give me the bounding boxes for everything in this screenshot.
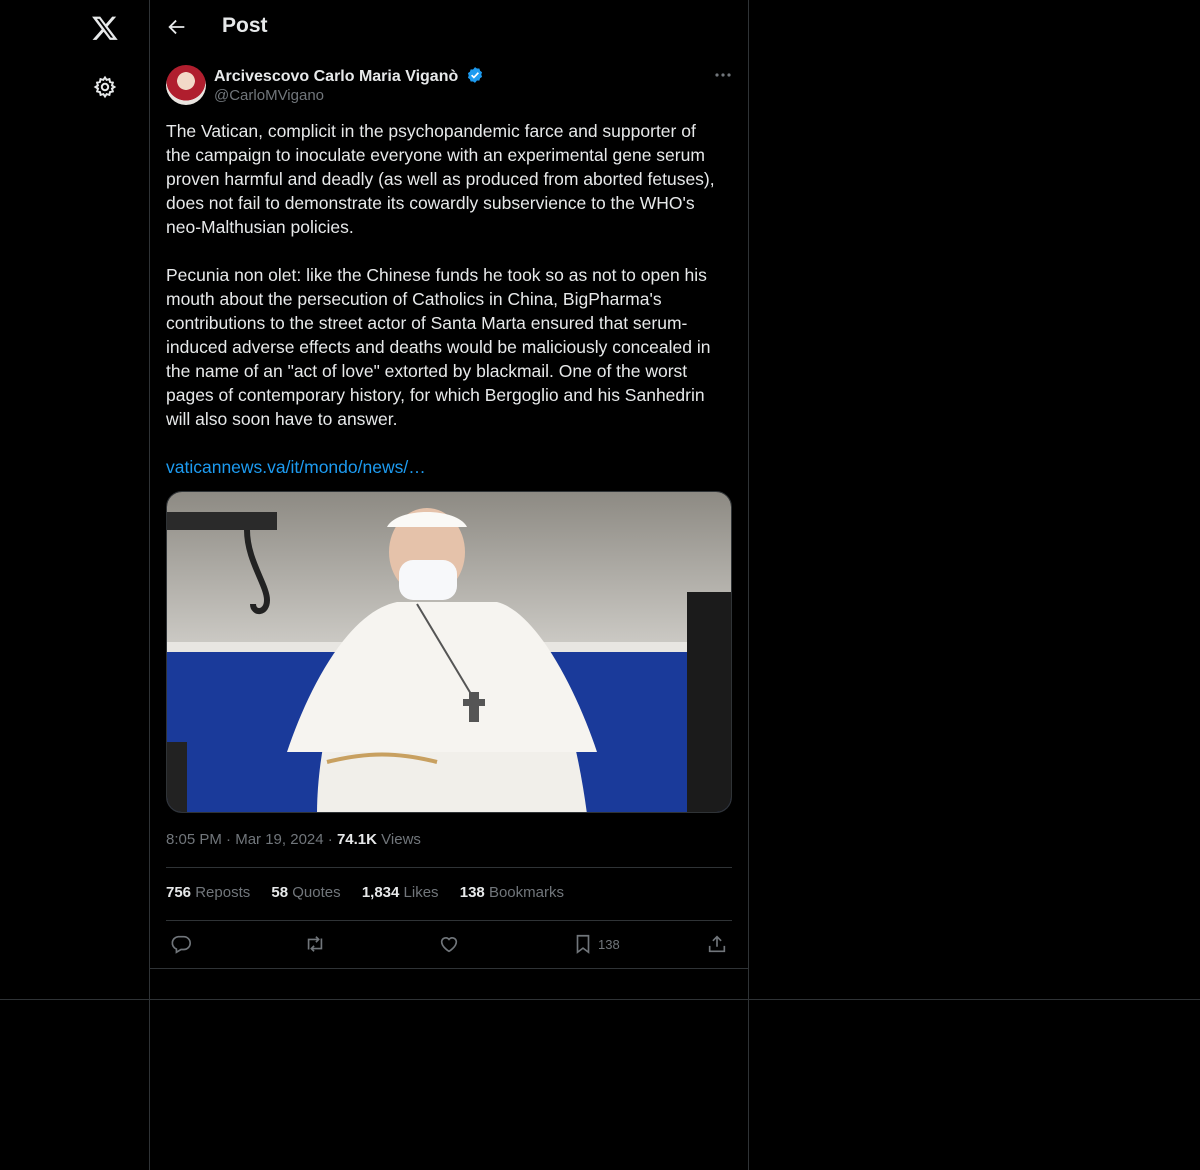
verified-badge-icon [467, 67, 482, 83]
post-image[interactable] [166, 491, 732, 813]
quotes-stat[interactable]: 58 Quotes [271, 884, 340, 901]
gear-icon[interactable] [93, 75, 117, 99]
post-photo [167, 492, 731, 812]
meta-dot: · [226, 831, 236, 848]
reposts-stat[interactable]: 756 Reposts [166, 884, 250, 901]
page-title: Post [222, 14, 268, 37]
column-divider [748, 0, 749, 1170]
bookmarks-count: 138 [459, 884, 485, 901]
more-horizontal-icon[interactable] [713, 65, 733, 85]
repost-icon[interactable] [304, 933, 326, 955]
horizontal-divider [0, 999, 1200, 1000]
post-meta: 8:05 PM · Mar 19, 2024 · 74.1K Views [166, 831, 421, 848]
author-name-text[interactable]: Arcivescovo Carlo Maria Viganò [214, 68, 458, 85]
reposts-label: Reposts [195, 884, 251, 901]
likes-stat[interactable]: 1,834 Likes [362, 884, 439, 901]
likes-label: Likes [403, 884, 439, 901]
bookmark-count: 138 [598, 937, 620, 952]
post-link[interactable]: vaticannews.va/it/mondo/news/… [166, 455, 426, 479]
divider [166, 867, 732, 868]
divider [166, 920, 732, 921]
views-count: 74.1K [336, 831, 377, 848]
bookmarks-stat[interactable]: 138 Bookmarks [460, 884, 564, 901]
post-text: The Vatican, complicit in the psychopand… [166, 121, 715, 429]
action-bar: 138 [150, 933, 748, 957]
like-icon[interactable] [438, 933, 460, 955]
meta-dot: · [327, 831, 337, 848]
nav-divider [149, 0, 150, 1170]
divider [150, 968, 748, 969]
views-label: Views [381, 831, 421, 848]
reposts-count: 756 [166, 884, 192, 901]
post-stats: 756 Reposts 58 Quotes 1,834 Likes 138 Bo… [166, 884, 581, 901]
reply-icon[interactable] [170, 933, 192, 955]
page-header: Post [150, 0, 748, 54]
post-date[interactable]: Mar 19, 2024 [235, 831, 323, 848]
bookmarks-label: Bookmarks [488, 884, 564, 901]
quotes-count: 58 [271, 884, 289, 901]
post-time[interactable]: 8:05 PM [166, 831, 222, 848]
x-logo-icon[interactable] [91, 14, 119, 42]
share-icon[interactable] [706, 933, 728, 955]
bookmark-icon[interactable] [572, 933, 594, 955]
arrow-left-icon[interactable] [166, 16, 188, 38]
author-name[interactable]: Arcivescovo Carlo Maria Viganò [214, 66, 484, 86]
left-nav [0, 0, 149, 1170]
avatar[interactable] [166, 65, 206, 105]
quotes-label: Quotes [292, 884, 341, 901]
likes-count: 1,834 [361, 884, 400, 901]
author-handle[interactable]: @CarloMVigano [214, 87, 324, 104]
